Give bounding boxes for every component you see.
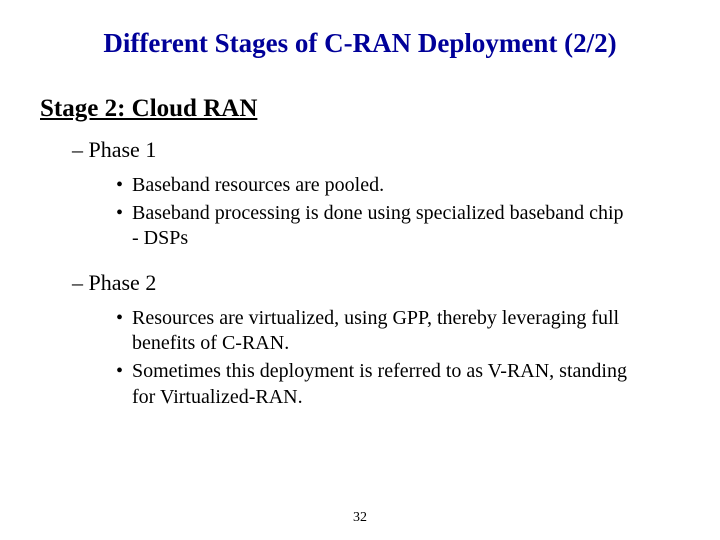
phase-1-label: – Phase 1 [72,137,672,163]
phase-1-bullets: Baseband resources are pooled. Baseband … [116,173,632,252]
list-item: Baseband processing is done using specia… [116,201,632,252]
stage-heading: Stage 2: Cloud RAN [40,95,672,123]
phase-2-label: – Phase 2 [72,270,672,296]
list-item: Baseband resources are pooled. [116,173,632,199]
list-item: Resources are virtualized, using GPP, th… [116,306,632,357]
list-item: Sometimes this deployment is referred to… [116,359,632,410]
page-number: 32 [0,510,720,526]
phase-2-bullets: Resources are virtualized, using GPP, th… [116,306,632,410]
slide-title: Different Stages of C-RAN Deployment (2/… [48,28,672,59]
